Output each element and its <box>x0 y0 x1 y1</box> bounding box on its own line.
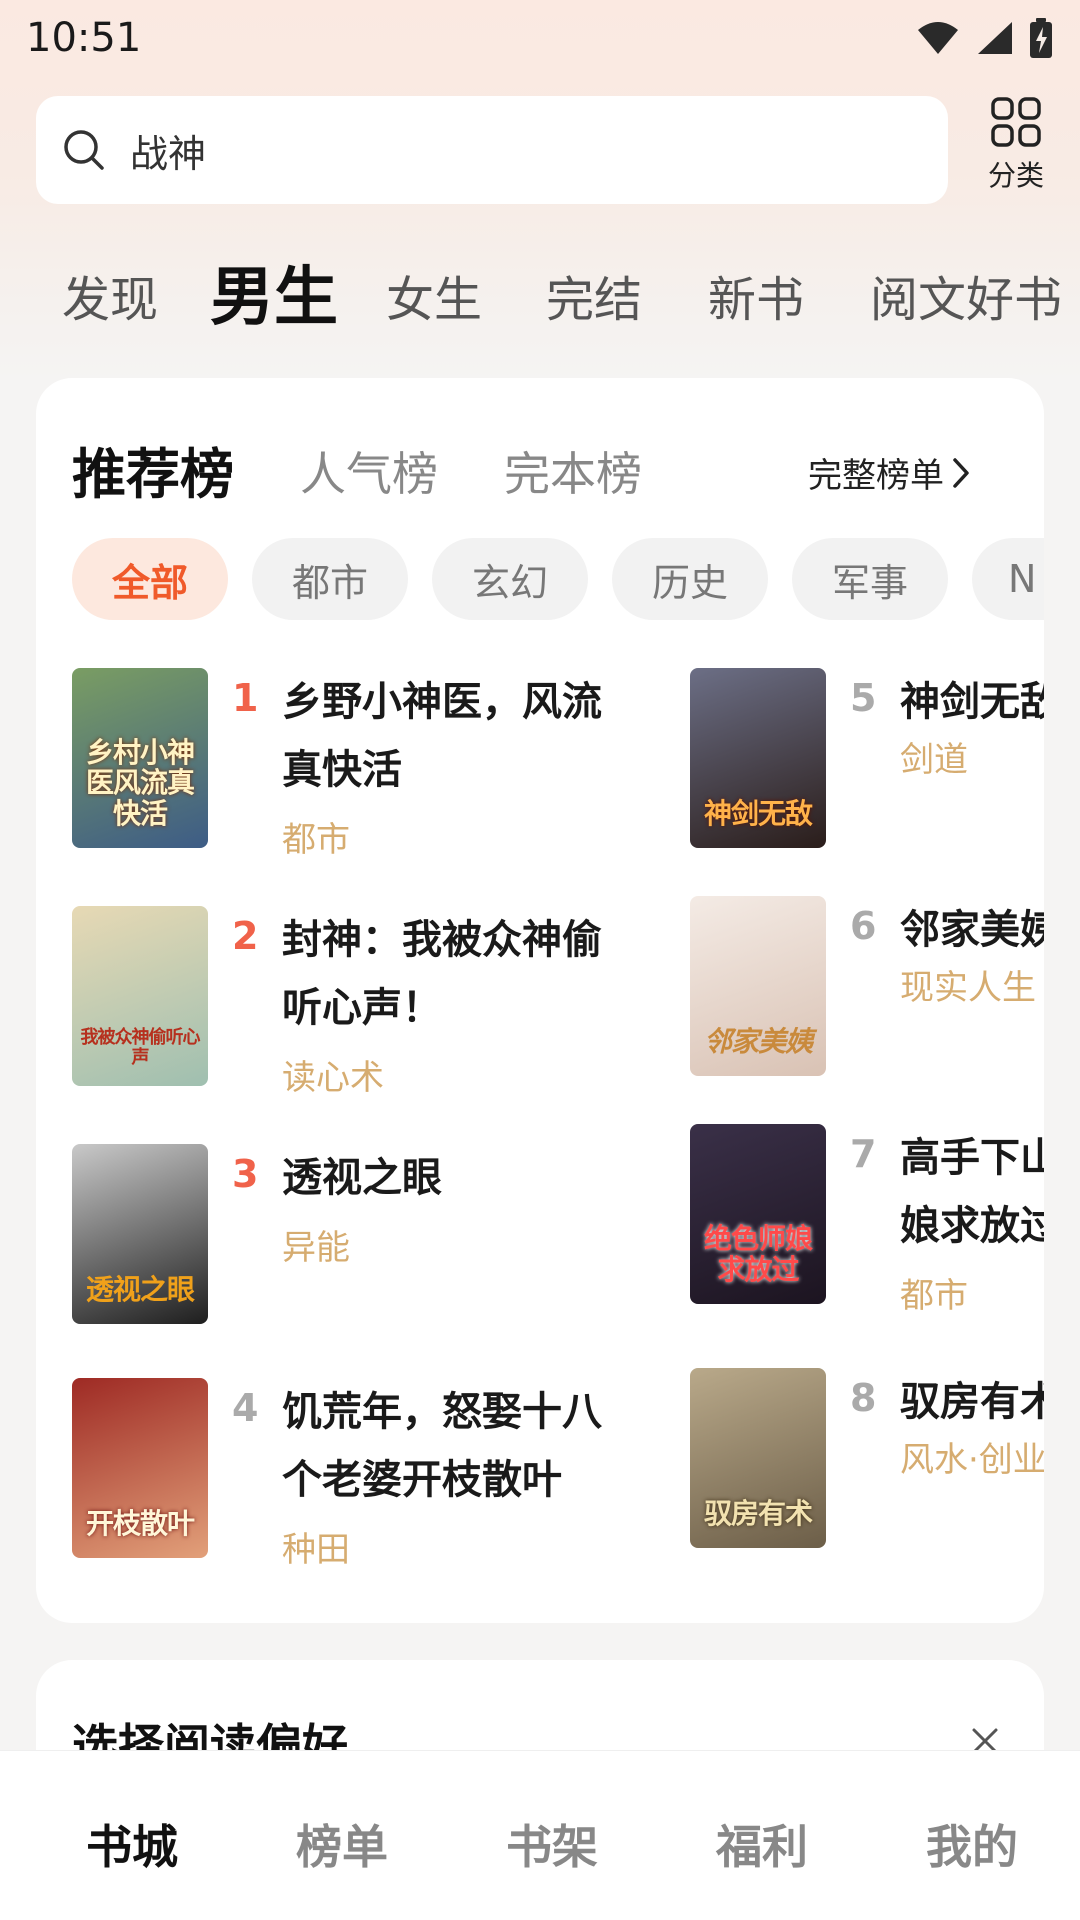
rank-number: 7 <box>850 1132 877 1176</box>
ranking-tabs: 推荐榜 人气榜 完本榜 完整榜单 <box>72 428 1012 506</box>
book-title[interactable]: 驭房有术 <box>900 1368 1044 1436</box>
book-title[interactable]: 饥荒年，怒娶十八个老婆开枝散叶 <box>282 1378 622 1514</box>
chip-military[interactable]: 军事 <box>792 538 948 620</box>
nav-bookstore[interactable]: 书城 <box>86 1811 178 1877</box>
tab-completed[interactable]: 完结 <box>546 260 642 330</box>
book-item[interactable]: 神剑无敌 5 神剑无敌 剑道 <box>690 668 1044 848</box>
tab-completed-rank[interactable]: 完本榜 <box>504 438 642 504</box>
book-cover[interactable]: 邻家美姨 <box>690 896 826 1076</box>
full-list-link[interactable]: 完整榜单 <box>808 448 972 497</box>
search-row: 战神 分类 <box>36 96 1056 206</box>
full-list-label: 完整榜单 <box>808 456 944 496</box>
book-item[interactable]: 绝色师娘求放过 7 高手下山，绝色师娘求放过 都市 <box>690 1124 1044 1316</box>
battery-charging-icon <box>1030 18 1052 58</box>
tab-yuewen-picks[interactable]: 阅文好书 <box>870 260 1062 330</box>
book-title[interactable]: 透视之眼 <box>282 1144 622 1212</box>
tab-male[interactable]: 男生 <box>210 246 338 338</box>
rank-number: 2 <box>232 914 259 958</box>
category-label: 分类 <box>987 159 1044 192</box>
book-item[interactable]: 邻家美姨 6 邻家美姨 现实人生 <box>690 896 1044 1076</box>
category-button[interactable]: 分类 <box>976 96 1056 206</box>
status-time: 10:51 <box>26 15 142 61</box>
tab-new-books[interactable]: 新书 <box>708 260 804 330</box>
status-icons <box>916 18 1054 58</box>
chip-urban[interactable]: 都市 <box>252 538 408 620</box>
book-item[interactable]: 开枝散叶 4 饥荒年，怒娶十八个老婆开枝散叶 种田 <box>72 1378 602 1570</box>
book-title[interactable]: 邻家美姨 <box>900 896 1044 964</box>
rank-number: 6 <box>850 904 877 948</box>
book-item[interactable]: 透视之眼 3 透视之眼 异能 <box>72 1144 572 1324</box>
book-genre-tag: 现实人生 <box>900 968 1036 1008</box>
book-genre-tag: 剑道 <box>900 740 968 780</box>
book-genre-tag: 风水·创业 <box>900 1440 1044 1480</box>
book-item[interactable]: 乡村小神医风流真快活 1 乡野小神医，风流真快活 都市 <box>72 668 602 860</box>
nav-rankings[interactable]: 榜单 <box>296 1811 388 1877</box>
nav-profile[interactable]: 我的 <box>926 1811 1018 1877</box>
search-input[interactable]: 战神 <box>36 96 948 204</box>
book-cover[interactable]: 乡村小神医风流真快活 <box>72 668 208 848</box>
cellular-signal-icon <box>978 22 1012 54</box>
book-title[interactable]: 封神：我被众神偷听心声！ <box>282 906 622 1042</box>
status-bar: 10:51 <box>0 0 1080 76</box>
tab-discover[interactable]: 发现 <box>62 260 158 330</box>
chip-fantasy[interactable]: 玄幻 <box>432 538 588 620</box>
chip-all[interactable]: 全部 <box>72 538 228 620</box>
chevron-right-icon <box>953 457 969 488</box>
book-cover[interactable]: 我被众神偷听心声 <box>72 906 208 1086</box>
genre-filter-chips: 全部 都市 玄幻 历史 军事 N <box>72 538 1044 620</box>
book-title[interactable]: 乡野小神医，风流真快活 <box>282 668 622 804</box>
tab-female[interactable]: 女生 <box>386 260 482 330</box>
bottom-navigation: 书城 榜单 书架 福利 我的 <box>0 1750 1080 1920</box>
book-cover[interactable]: 绝色师娘求放过 <box>690 1124 826 1304</box>
book-cover[interactable]: 神剑无敌 <box>690 668 826 848</box>
ranking-card: 推荐榜 人气榜 完本榜 完整榜单 全部 都市 玄幻 历史 军事 N 乡村小神医风… <box>36 378 1044 1623</box>
nav-bookshelf[interactable]: 书架 <box>506 1811 598 1877</box>
book-item[interactable]: 我被众神偷听心声 2 封神：我被众神偷听心声！ 读心术 <box>72 906 602 1098</box>
nav-rewards[interactable]: 福利 <box>716 1811 808 1877</box>
tab-recommended-rank[interactable]: 推荐榜 <box>72 430 234 509</box>
wifi-icon <box>918 22 958 54</box>
search-placeholder: 战神 <box>130 131 207 176</box>
book-genre-tag: 种田 <box>282 1530 350 1570</box>
search-icon <box>64 130 104 170</box>
tab-popular-rank[interactable]: 人气榜 <box>300 438 438 504</box>
book-genre-tag: 读心术 <box>282 1058 384 1098</box>
book-genre-tag: 异能 <box>282 1228 350 1268</box>
book-genre-tag: 都市 <box>900 1276 968 1316</box>
chip-history[interactable]: 历史 <box>612 538 768 620</box>
channel-tabs: 发现 男生 女生 完结 新书 阅文好书 <box>0 240 1080 340</box>
grid-icon <box>991 97 1041 147</box>
rank-number: 1 <box>232 676 259 720</box>
book-item[interactable]: 驭房有术 8 驭房有术 风水·创业 <box>690 1368 1044 1548</box>
book-cover[interactable]: 驭房有术 <box>690 1368 826 1548</box>
book-cover[interactable]: 开枝散叶 <box>72 1378 208 1558</box>
book-cover[interactable]: 透视之眼 <box>72 1144 208 1324</box>
chip-more[interactable]: N <box>972 538 1044 620</box>
book-title[interactable]: 神剑无敌 <box>900 668 1044 736</box>
book-title[interactable]: 高手下山，绝色师娘求放过 <box>900 1124 1044 1260</box>
rank-number: 4 <box>232 1386 259 1430</box>
rank-number: 3 <box>232 1152 259 1196</box>
rank-number: 5 <box>850 676 877 720</box>
book-genre-tag: 都市 <box>282 820 350 860</box>
rank-number: 8 <box>850 1376 877 1420</box>
